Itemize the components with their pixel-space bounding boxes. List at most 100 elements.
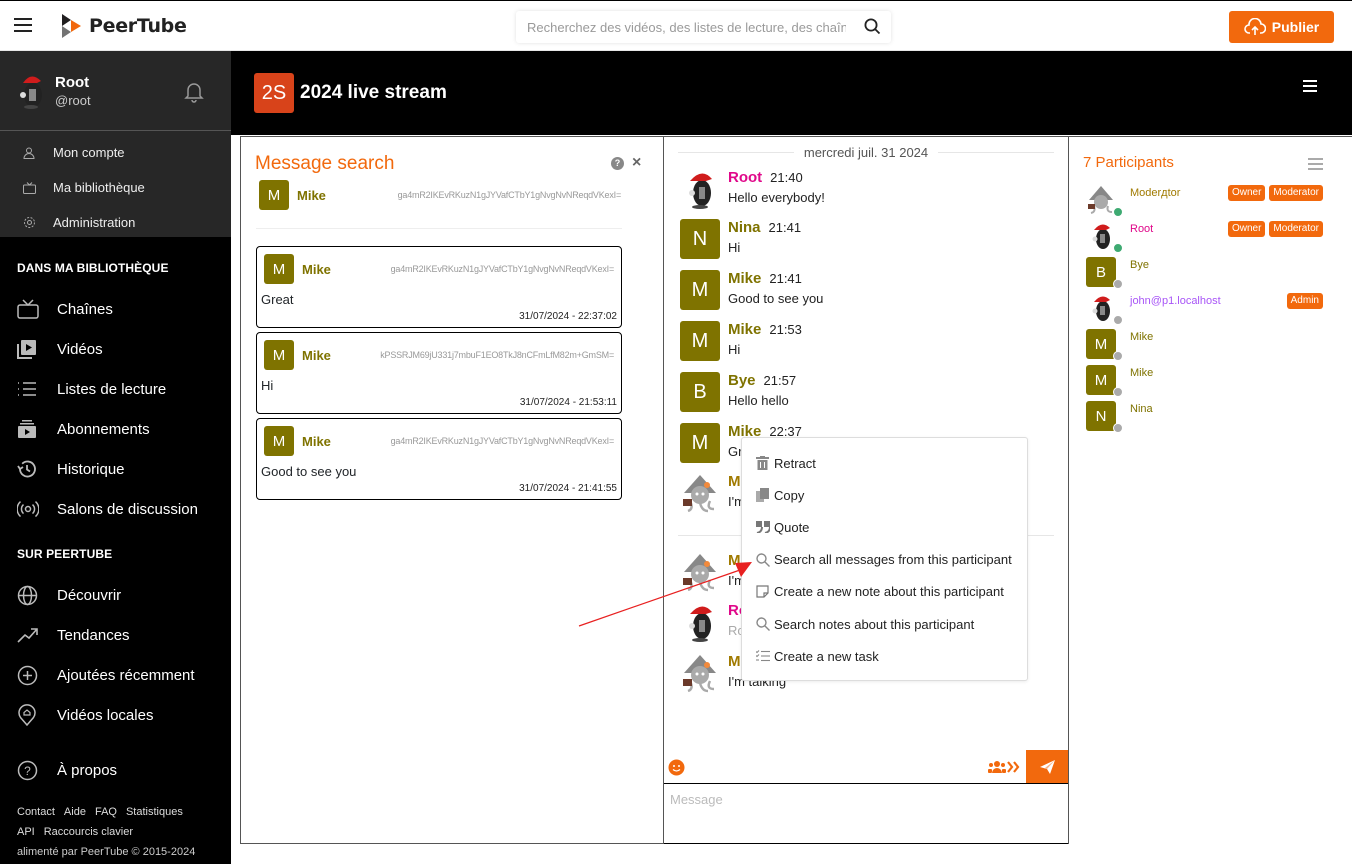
result-timestamp: 31/07/2024 - 21:53:11 [519, 397, 617, 408]
offline-status-dot [1113, 423, 1123, 433]
participants-menu-button[interactable] [1308, 158, 1323, 173]
search-result[interactable]: M Mike ga4mR2IKEvRKuzN1gJYVafCTbY1gNvgNv… [256, 246, 622, 328]
sidebar-item-chaines[interactable]: Chaînes [0, 289, 231, 329]
user-avatar[interactable] [17, 73, 45, 109]
participant-item[interactable]: john@p1.localhost Admin [1086, 291, 1326, 327]
avatar: B [680, 372, 720, 412]
sidebar-item-videos[interactable]: Vidéos [0, 329, 231, 369]
message-search-panel: Message search ? × M Mike ga4mR2IKEvRKuz… [240, 136, 664, 844]
footer-link-contact[interactable]: Contact [17, 806, 55, 818]
help-icon[interactable]: ? [611, 157, 624, 170]
avatar: M [264, 426, 294, 456]
room-menu-button[interactable] [1303, 80, 1317, 95]
sidebar-item-ajoutees-recemment[interactable]: Ajoutées récemment [0, 655, 231, 695]
message-author[interactable]: Mike [728, 321, 761, 338]
emoji-icon[interactable] [668, 759, 685, 781]
sidebar-item-mon-compte[interactable]: Mon compte [0, 135, 231, 170]
participant-item[interactable]: M Mike [1086, 363, 1326, 399]
message-text: Hello hello [728, 393, 789, 408]
sidebar-item-administration[interactable]: Administration [0, 205, 231, 240]
menu-item-retract[interactable]: Retract [742, 447, 1027, 479]
menu-item-create-note[interactable]: Create a new note about this participant [742, 576, 1027, 608]
avatar: B [1086, 257, 1116, 287]
menu-item-create-task[interactable]: Create a new task [742, 640, 1027, 672]
sidebar-item-decouvrir[interactable]: Découvrir [0, 575, 231, 615]
result-author: Mike [302, 261, 331, 277]
plus-circle-icon [17, 665, 57, 686]
chat-message[interactable]: Root 21:40 Hello everybody! [680, 169, 1060, 213]
message-input[interactable] [664, 784, 1068, 843]
menu-item-search-all-messages[interactable]: Search all messages from this participan… [742, 544, 1027, 576]
search-icon[interactable] [864, 18, 881, 40]
cloud-upload-icon [1243, 18, 1266, 35]
message-author[interactable]: Root [728, 169, 762, 186]
participants-toggle-icon[interactable] [988, 760, 1020, 779]
sidebar-item-label: Historique [57, 460, 125, 478]
footer-link-faq[interactable]: FAQ [95, 806, 117, 818]
footer-link-raccourcis[interactable]: Raccourcis clavier [44, 826, 133, 838]
date-label: mercredi juil. 31 2024 [803, 145, 929, 160]
sidebar-item-listes-de-lecture[interactable]: Listes de lecture [0, 369, 231, 409]
search-input[interactable] [516, 19, 846, 35]
peertube-logo[interactable]: PeerTube [62, 14, 187, 38]
participants-list: Moderдtor Owner Moderator Root Owner Moderato… [1086, 183, 1326, 435]
send-button[interactable] [1026, 750, 1068, 783]
powered-by: alimenté par PeerTube © 2015-2024 [17, 846, 196, 858]
participant-item[interactable]: M Mike [1086, 327, 1326, 363]
participant-item[interactable]: Root Owner Moderator [1086, 219, 1326, 255]
chat-toolbar [664, 750, 1068, 783]
date-separator: mercredi juil. 31 2024 [678, 145, 1055, 160]
sidebar-item-a-propos[interactable]: ? À propos [0, 750, 231, 790]
avatar: M [1086, 365, 1116, 395]
message-author[interactable]: Nina [728, 219, 761, 236]
trending-icon [17, 627, 57, 643]
result-author: Mike [302, 433, 331, 449]
sidebar-item-salons-de-discussion[interactable]: Salons de discussion [0, 489, 231, 529]
avatar: M [259, 180, 289, 210]
user-handle: @root [55, 93, 91, 108]
chat-message[interactable]: M Mike 21:53 Hi [680, 321, 1060, 365]
message-author[interactable]: Mike [728, 270, 761, 287]
participant-id: ga4mR2IKEvRKuzN1gJYVafCTbY1gNvgNvNReqdVK… [397, 190, 622, 200]
notifications-bell-icon[interactable] [184, 81, 204, 108]
footer-link-statistiques[interactable]: Statistiques [126, 806, 183, 818]
menu-item-search-notes[interactable]: Search notes about this participant [742, 608, 1027, 640]
avatar: M [264, 254, 294, 284]
menu-item-copy[interactable]: Copy [742, 479, 1027, 511]
sidebar-item-abonnements[interactable]: Abonnements [0, 409, 231, 449]
chat-message[interactable]: B Bye 21:57 Hello hello [680, 372, 1060, 416]
penguin-avatar [1086, 221, 1116, 251]
participant-name: Moderдtor [1130, 187, 1181, 199]
role-badges: Owner Moderator [1227, 221, 1323, 237]
message-time: 21:53 [769, 322, 802, 337]
search-box [516, 11, 891, 43]
globe-icon [17, 585, 57, 606]
sidebar-item-ma-bibliotheque[interactable]: Ma bibliothèque [0, 170, 231, 205]
message-author[interactable]: Bye [728, 372, 756, 389]
sidebar-item-tendances[interactable]: Tendances [0, 615, 231, 655]
footer-link-api[interactable]: API [17, 826, 35, 838]
participant-item[interactable]: B Bye [1086, 255, 1326, 291]
close-icon[interactable]: × [632, 154, 641, 172]
participant-item[interactable]: N Nina [1086, 399, 1326, 435]
offline-status-dot [1113, 315, 1123, 325]
room-avatar: 2S [254, 73, 294, 113]
gear-icon [23, 216, 53, 229]
user-name[interactable]: Root [55, 74, 89, 91]
result-author-id: ga4mR2IKEvRKuzN1gJYVafCTbY1gNvgNvNReqdVK… [390, 436, 615, 446]
search-result[interactable]: M Mike ga4mR2IKEvRKuzN1gJYVafCTbY1gNvgNv… [256, 418, 622, 500]
participant-item[interactable]: Moderдtor Owner Moderator [1086, 183, 1326, 219]
sidebar-item-historique[interactable]: Historique [0, 449, 231, 489]
message-text: Hi [728, 240, 741, 255]
chat-message[interactable]: M Mike 21:41 Good to see you [680, 270, 1060, 314]
menu-toggle-button[interactable] [14, 18, 32, 32]
menu-item-label: Create a new task [774, 648, 879, 664]
avatar: M [680, 321, 720, 361]
tv-icon [23, 181, 53, 194]
sidebar-item-videos-locales[interactable]: Vidéos locales [0, 695, 231, 735]
footer-link-aide[interactable]: Aide [64, 806, 86, 818]
search-result[interactable]: M Mike kPSSRJM69jU331j7mbuF1EO8TkJ8nCFmL… [256, 332, 622, 414]
menu-item-quote[interactable]: Quote [742, 511, 1027, 543]
chat-message[interactable]: N Nina 21:41 Hi [680, 219, 1060, 263]
publish-button[interactable]: Publier [1229, 11, 1334, 43]
